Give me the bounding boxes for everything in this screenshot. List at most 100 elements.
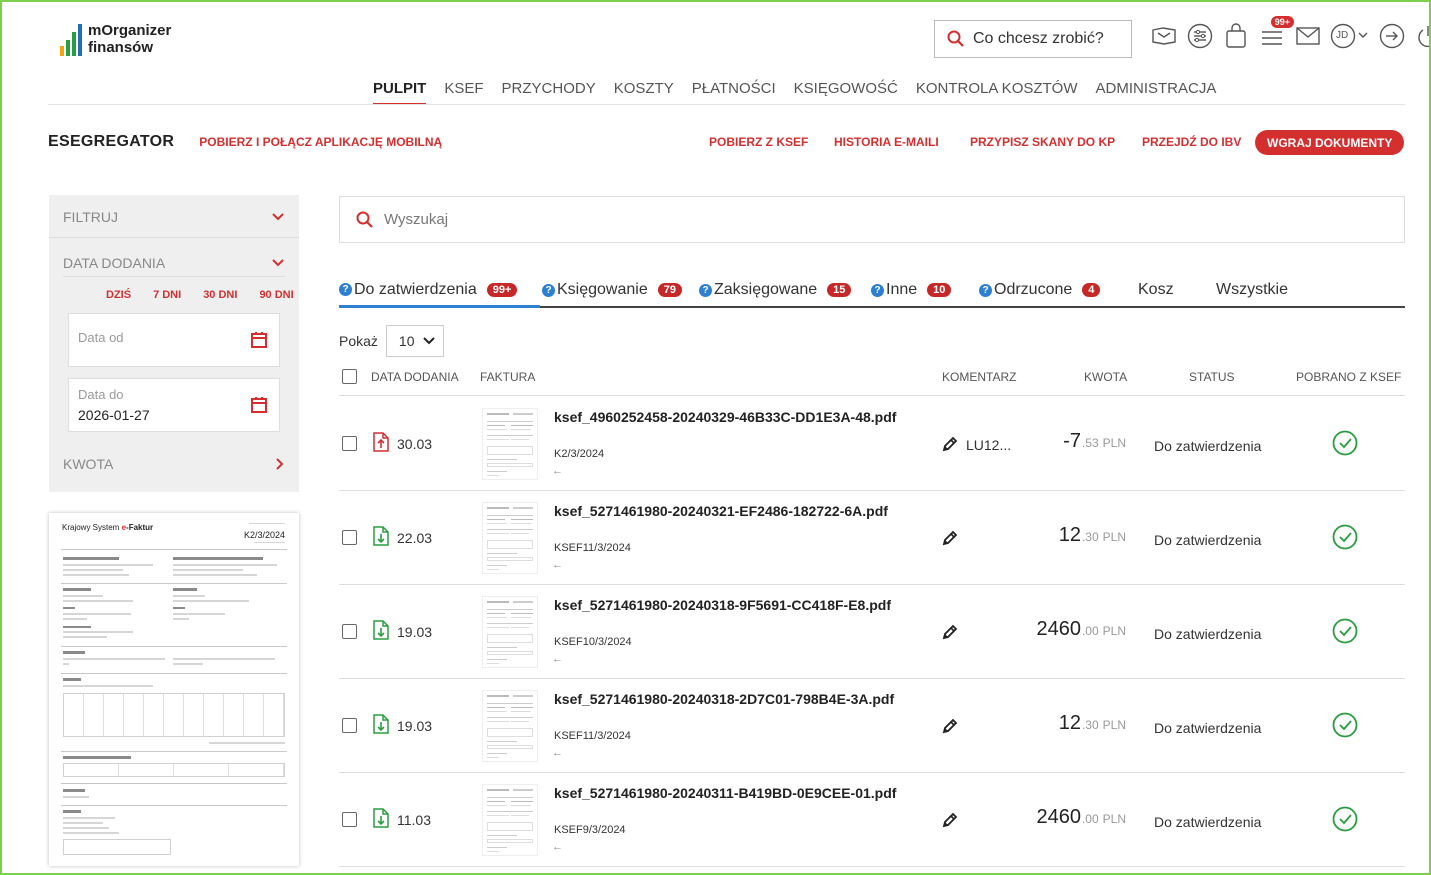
cart-icon[interactable]	[1222, 22, 1250, 50]
help-icon[interactable]: ?	[871, 283, 884, 297]
col-amount[interactable]: KWOTA	[1084, 370, 1127, 384]
amount-toggle[interactable]: KWOTA	[63, 456, 285, 472]
range-7-days[interactable]: 7 DNI	[153, 289, 181, 301]
document-preview[interactable]: Krajowy System e-Faktur K2/3/2024	[49, 513, 299, 866]
preview-line	[173, 618, 189, 620]
row-amount: 12.30 PLN	[1059, 712, 1126, 735]
row-checkbox[interactable]	[342, 436, 357, 451]
calendar-icon[interactable]	[250, 396, 268, 414]
row-invoice-number: KSEF9/3/2024	[554, 824, 626, 836]
check-circle-icon	[1332, 618, 1358, 644]
nav-platnosci[interactable]: PŁATNOŚCI	[692, 80, 776, 105]
nav-pulpit[interactable]: PULPIT	[373, 80, 427, 105]
edit-comment-icon[interactable]	[941, 623, 959, 641]
tab-kosz[interactable]: Kosz	[1138, 274, 1174, 306]
col-status[interactable]: STATUS	[1189, 370, 1235, 384]
range-90-days[interactable]: 90 DNI	[259, 289, 293, 301]
table-row[interactable]: 22.03 ksef_5271461980-20240321-EF2486-18…	[339, 491, 1405, 585]
row-checkbox[interactable]	[342, 718, 357, 733]
invoice-thumbnail[interactable]	[482, 502, 538, 574]
amount-decimal: .30	[1081, 530, 1099, 544]
email-history-link[interactable]: HISTORIA E-MAILI	[834, 135, 939, 149]
table-row[interactable]: 11.03 ksef_5271461980-20240311-B419BD-0E…	[339, 773, 1405, 867]
table-row[interactable]: 30.03 ksef_4960252458-20240329-46B33C-DD…	[339, 397, 1405, 491]
nav-ksef[interactable]: KSEF	[444, 80, 483, 105]
row-filename[interactable]: ksef_5271461980-20240311-B419BD-0E9CEE-0…	[554, 785, 896, 801]
help-icon[interactable]: ?	[699, 283, 712, 297]
filter-toggle[interactable]: FILTRUJ	[63, 209, 285, 225]
range-30-days[interactable]: 30 DNI	[203, 289, 237, 301]
invoice-thumbnail[interactable]	[482, 690, 538, 762]
row-filename[interactable]: ksef_5271461980-20240318-9F5691-CC418F-E…	[554, 597, 891, 613]
col-comment[interactable]: KOMENTARZ	[942, 370, 1016, 384]
tab-odrzucone[interactable]: ? Odrzucone 4	[979, 274, 1101, 306]
back-arrow-icon[interactable]: ←	[552, 841, 563, 853]
col-invoice[interactable]: FAKTURA	[480, 370, 535, 384]
select-all-checkbox[interactable]	[342, 369, 357, 384]
power-icon[interactable]	[1414, 22, 1431, 50]
col-ksef-downloaded[interactable]: POBRANO Z KSEF	[1296, 370, 1401, 384]
mail-icon[interactable]	[1294, 22, 1322, 50]
tab-do-zatwierdzenia[interactable]: ? Do zatwierdzenia 99+	[339, 274, 540, 308]
range-today[interactable]: DZIŚ	[106, 289, 131, 301]
back-arrow-icon[interactable]: ←	[552, 747, 563, 759]
tab-ksiegowanie[interactable]: ? Księgowanie 79	[542, 274, 682, 306]
nav-ksiegowosc[interactable]: KSIĘGOWOŚĆ	[794, 80, 898, 105]
row-checkbox[interactable]	[342, 812, 357, 827]
notifications-list-icon[interactable]: 99+	[1258, 16, 1294, 50]
upload-documents-button[interactable]: WGRAJ DOKUMENTY	[1255, 130, 1405, 155]
tab-zaksiegowane[interactable]: ? Zaksięgowane 15	[699, 274, 852, 306]
nav-koszty[interactable]: KOSZTY	[614, 80, 674, 105]
row-checkbox[interactable]	[342, 530, 357, 545]
invoice-thumbnail[interactable]	[482, 408, 538, 480]
row-filename[interactable]: ksef_4960252458-20240329-46B33C-DD1E3A-4…	[554, 409, 896, 425]
ksef-download-link[interactable]: POBIERZ Z KSEF	[709, 135, 808, 149]
invoice-thumbnail[interactable]	[482, 596, 538, 668]
calendar-icon[interactable]	[250, 331, 268, 349]
assign-scans-link[interactable]: PRZYPISZ SKANY DO KP	[970, 135, 1115, 149]
date-from-label: Data od	[78, 330, 124, 345]
help-icon[interactable]: ?	[979, 283, 992, 297]
logout-icon[interactable]	[1378, 22, 1406, 50]
help-icon[interactable]: ?	[542, 283, 555, 297]
row-filename[interactable]: ksef_5271461980-20240318-2D7C01-798B4E-3…	[554, 691, 894, 707]
table-header: DATA DODANIA FAKTURA KOMENTARZ KWOTA STA…	[339, 366, 1405, 396]
header-search[interactable]: Co chcesz zrobić?	[934, 20, 1132, 58]
nav-administracja[interactable]: ADMINISTRACJA	[1096, 80, 1217, 105]
edit-comment-icon[interactable]	[941, 529, 959, 547]
main-nav: PULPIT KSEF PRZYCHODY KOSZTY PŁATNOŚCI K…	[373, 80, 1216, 105]
nav-przychody[interactable]: PRZYCHODY	[502, 80, 596, 105]
mobile-app-link[interactable]: POBIERZ I POŁĄCZ APLIKACJĘ MOBILNĄ	[199, 135, 442, 149]
amount-decimal: .30	[1081, 718, 1099, 732]
ibv-link[interactable]: PRZEJDŹ DO IBV	[1142, 135, 1241, 149]
date-to-field[interactable]: Data do 2026-01-27	[68, 378, 280, 432]
table-row[interactable]: 19.03 ksef_5271461980-20240318-9F5691-CC…	[339, 585, 1405, 679]
user-avatar-icon[interactable]: JD	[1330, 22, 1370, 50]
col-date-added[interactable]: DATA DODANIA	[371, 370, 459, 384]
amount-integer: 2460	[1036, 618, 1081, 640]
settings-sliders-icon[interactable]	[1186, 22, 1214, 50]
date-added-toggle[interactable]: DATA DODANIA	[63, 255, 285, 271]
row-invoice-number: KSEF11/3/2024	[554, 730, 631, 742]
tab-inne[interactable]: ? Inne 10	[871, 274, 952, 306]
back-arrow-icon[interactable]: ←	[552, 465, 563, 477]
document-search-input[interactable]: Wyszukaj	[339, 196, 1405, 243]
tab-label: Wszystkie	[1216, 281, 1288, 298]
edit-comment-icon[interactable]	[941, 811, 959, 829]
table-row[interactable]: 19.03 ksef_5271461980-20240318-2D7C01-79…	[339, 679, 1405, 773]
tab-wszystkie[interactable]: Wszystkie	[1216, 274, 1288, 306]
page-size-select[interactable]: 10	[385, 325, 444, 357]
back-arrow-icon[interactable]: ←	[552, 559, 563, 571]
back-arrow-icon[interactable]: ←	[552, 653, 563, 665]
row-checkbox[interactable]	[342, 624, 357, 639]
row-filename[interactable]: ksef_5271461980-20240321-EF2486-182722-6…	[554, 503, 888, 519]
edit-comment-icon[interactable]	[941, 435, 959, 453]
invoice-thumbnail[interactable]	[482, 784, 538, 856]
edit-comment-icon[interactable]	[941, 717, 959, 735]
preview-heading	[63, 810, 81, 813]
support-icon[interactable]	[1150, 22, 1178, 50]
date-from-field[interactable]: Data od	[68, 313, 280, 367]
help-icon[interactable]: ?	[339, 283, 352, 296]
nav-kontrola-kosztow[interactable]: KONTROLA KOSZTÓW	[916, 80, 1078, 105]
app-logo[interactable]: mOrganizer finansów	[60, 22, 171, 56]
